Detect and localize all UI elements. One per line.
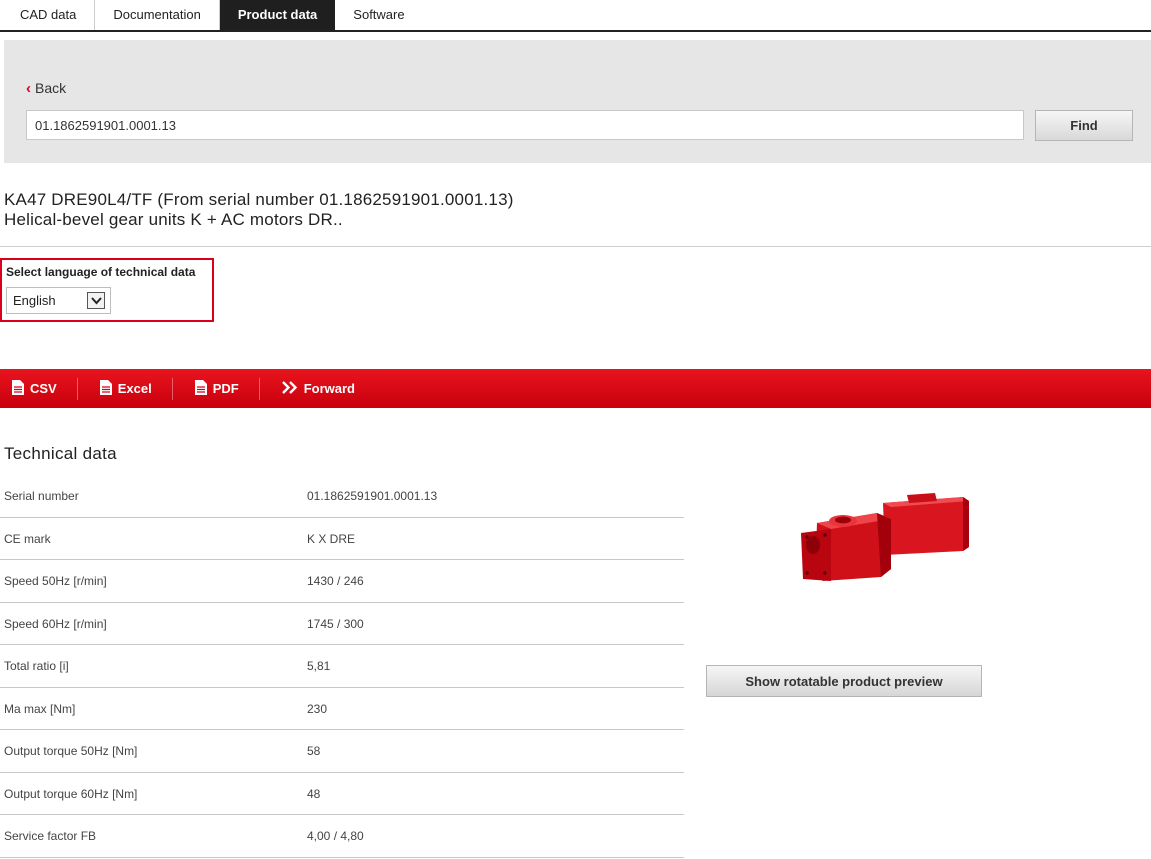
row-value: 58 [307,744,321,758]
row-value: 4,00 / 4,80 [307,829,364,843]
back-label: Back [35,80,67,96]
row-label: Ma max [Nm] [4,701,76,716]
row-label: Speed 50Hz [r/min] [4,574,107,588]
table-row: Ma max [Nm] 230 [0,688,684,730]
row-label: Total ratio [i] [4,659,69,673]
row-label: Serial number [4,489,79,503]
document-icon [12,379,24,398]
row-value: 01.1862591901.0001.13 [307,489,438,503]
table-row: Output torque 60Hz [Nm] 48 [0,773,684,815]
table-row: Total ratio [i] 5,81 [0,645,684,688]
table-row: Serial number 01.1862591901.0001.13 [0,475,684,518]
tab-product-data[interactable]: Product data [219,0,336,30]
language-select[interactable]: English [6,287,111,314]
language-selector-box: Select language of technical data Englis… [0,258,214,322]
language-label: Select language of technical data [6,265,196,279]
table-row: Speed 50Hz [r/min] 1430 / 246 [0,560,684,603]
tab-software[interactable]: Software [335,0,422,30]
row-value: 5,81 [307,659,331,673]
forward-label: Forward [303,381,356,396]
chevron-left-icon: ‹ [26,80,31,97]
csv-label: CSV [30,381,57,396]
technical-data-table: Serial number 01.1862591901.0001.13 CE m… [0,475,684,858]
table-row: Service factor FB 4,00 / 4,80 [0,815,684,858]
product-title-line2: Helical-bevel gear units K + AC motors D… [4,210,343,229]
rotatable-preview-button[interactable]: Show rotatable product preview [706,665,982,697]
tab-documentation[interactable]: Documentation [95,0,220,30]
product-image [795,485,975,585]
row-label: Output torque 50Hz [Nm] [4,744,138,758]
row-value: 1745 / 300 [307,616,364,631]
product-title: KA47 DRE90L4/TF (From serial number 01.1… [4,190,514,230]
export-toolbar: CSV Excel PDF Forward [0,369,1151,408]
title-divider [0,246,1151,247]
pdf-button[interactable]: PDF [173,377,260,400]
double-chevron-right-icon [281,380,298,397]
csv-button[interactable]: CSV [0,377,78,400]
row-value: K X DRE [307,531,356,546]
language-selected-value: English [13,293,56,308]
table-row: Speed 60Hz [r/min] 1745 / 300 [0,603,684,645]
tab-bar: CAD data Documentation Product data Soft… [0,0,1151,32]
row-label: Service factor FB [4,829,97,843]
table-row: CE mark K X DRE [0,518,684,560]
back-link[interactable]: ‹ Back [26,80,66,97]
product-title-line1: KA47 DRE90L4/TF (From serial number 01.1… [4,190,514,209]
technical-data-title: Technical data [4,444,117,463]
excel-label: Excel [117,381,152,396]
excel-button[interactable]: Excel [78,377,173,400]
search-panel: ‹Back Find [4,40,1151,163]
tab-cad-data[interactable]: CAD data [0,0,96,30]
row-value: 1430 / 246 [307,574,364,588]
pdf-label: PDF [212,381,239,396]
row-label: CE mark [4,531,51,546]
forward-button[interactable]: Forward [260,378,375,400]
document-icon [194,379,207,398]
row-label: Output torque 60Hz [Nm] [4,786,138,801]
row-value: 48 [307,786,321,801]
serial-search-input[interactable] [26,110,1024,140]
document-icon [99,379,112,398]
find-button[interactable]: Find [1035,110,1133,141]
chevron-down-icon[interactable] [87,292,105,309]
row-value: 230 [307,701,328,716]
table-row: Output torque 50Hz [Nm] 58 [0,730,684,773]
row-label: Speed 60Hz [r/min] [4,616,107,631]
